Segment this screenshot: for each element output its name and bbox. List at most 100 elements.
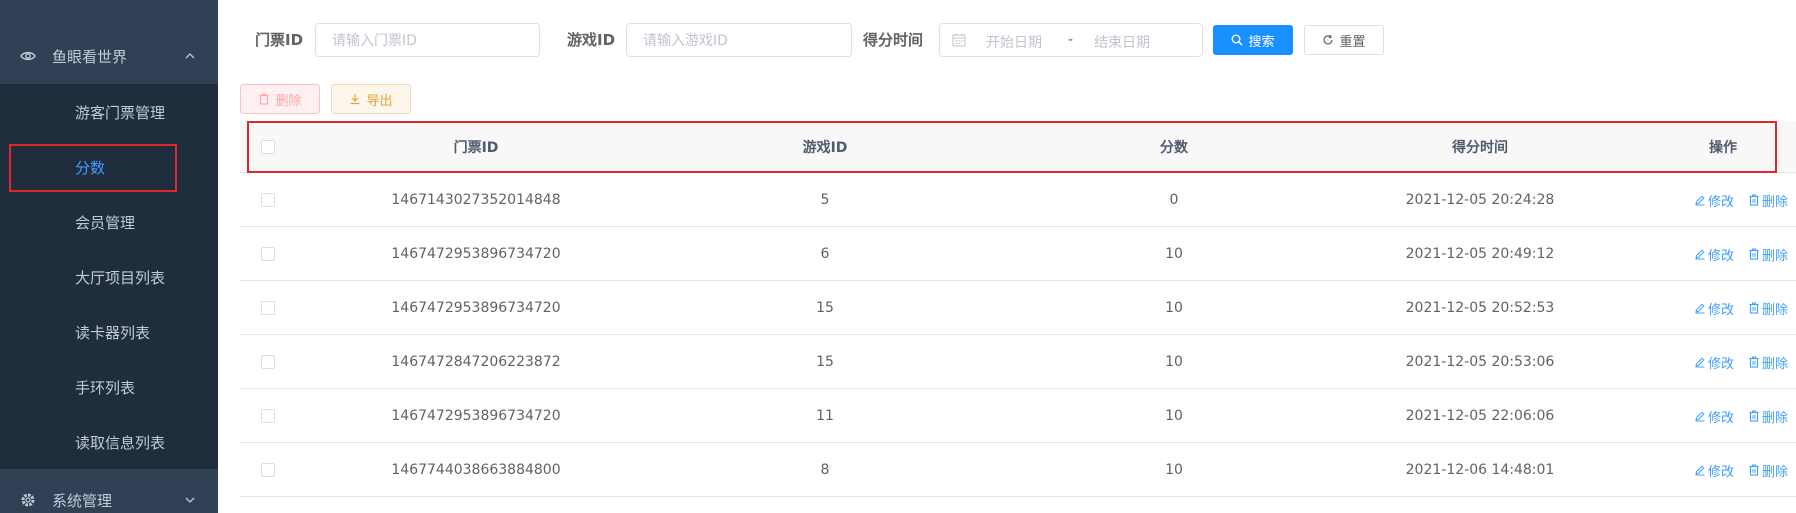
- sidebar-item-visitor-tickets[interactable]: 游客门票管理: [0, 85, 218, 140]
- column-header-score: 分数: [1160, 140, 1188, 156]
- delete-label: 删除: [1762, 194, 1789, 210]
- cell-game-id: 15: [816, 300, 834, 316]
- edit-icon: [1694, 356, 1706, 368]
- download-icon: [349, 93, 361, 105]
- sidebar-item-wristbands[interactable]: 手环列表: [0, 360, 218, 415]
- cell-ticket-id: 1467472953896734720: [391, 300, 561, 316]
- trash-icon: [1748, 194, 1760, 206]
- cell-score-time: 2021-12-06 14:48:01: [1405, 462, 1555, 478]
- sidebar: 鱼眼看世界 游客门票管理 分数 会员管理 大厅项目列表 读卡器列表 手环列表 读…: [0, 0, 218, 513]
- table-row: 1467472847206223872 15 10 2021-12-05 20:53:…: [240, 335, 1796, 389]
- gear-icon: [20, 492, 36, 508]
- start-date-input[interactable]: 开始日期: [986, 32, 1042, 52]
- row-delete-button[interactable]: 删除: [1748, 281, 1788, 335]
- ticket-id-input[interactable]: 请输入门票ID: [315, 23, 540, 57]
- edit-label: 修改: [1708, 248, 1735, 264]
- table-row: 1467744038663884800 8 10 2021-12-06 14:48:0…: [240, 443, 1796, 497]
- export-button[interactable]: 导出: [331, 84, 411, 114]
- chevron-up-icon: [184, 50, 196, 62]
- column-header-game-id: 游戏ID: [802, 140, 848, 156]
- edit-button[interactable]: 修改: [1694, 227, 1734, 281]
- edit-icon: [1694, 194, 1706, 206]
- sidebar-item-card-readers[interactable]: 读卡器列表: [0, 305, 218, 360]
- score-time-label: 得分时间: [863, 31, 924, 49]
- delete-label: 删除: [1762, 248, 1789, 264]
- date-range-picker[interactable]: 开始日期 - 结束日期: [939, 23, 1203, 57]
- menu-group-fisheye[interactable]: 鱼眼看世界: [0, 26, 218, 86]
- search-button-label: 搜索: [1248, 34, 1275, 50]
- edit-button[interactable]: 修改: [1694, 389, 1734, 443]
- end-date-input[interactable]: 结束日期: [1094, 32, 1150, 52]
- reset-button[interactable]: 重置: [1304, 25, 1384, 55]
- cell-score: 10: [1165, 408, 1183, 424]
- batch-delete-button[interactable]: 删除: [240, 84, 320, 114]
- row-delete-button[interactable]: 删除: [1748, 227, 1788, 281]
- sidebar-item-hall-projects[interactable]: 大厅项目列表: [0, 250, 218, 305]
- delete-label: 删除: [1762, 356, 1789, 372]
- sidebar-item-score[interactable]: 分数: [0, 140, 218, 195]
- edit-label: 修改: [1708, 194, 1735, 210]
- trash-icon: [1748, 248, 1760, 260]
- sidebar-item-label: 读取信息列表: [75, 434, 166, 452]
- column-header-actions: 操作: [1709, 140, 1737, 156]
- sidebar-item-label: 会员管理: [75, 214, 136, 232]
- calendar-icon: [952, 33, 966, 47]
- row-checkbox[interactable]: [261, 301, 275, 315]
- trash-icon: [1748, 356, 1760, 368]
- edit-button[interactable]: 修改: [1694, 173, 1734, 227]
- cell-game-id: 15: [816, 354, 834, 370]
- column-header-ticket-id: 门票ID: [453, 140, 499, 156]
- row-checkbox[interactable]: [261, 463, 275, 477]
- search-button[interactable]: 搜索: [1213, 25, 1293, 55]
- sidebar-item-members[interactable]: 会员管理: [0, 195, 218, 250]
- row-checkbox[interactable]: [261, 355, 275, 369]
- sidebar-item-label: 读卡器列表: [75, 324, 151, 342]
- cell-score-time: 2021-12-05 22:06:06: [1405, 408, 1555, 424]
- date-separator: -: [1068, 32, 1074, 48]
- refresh-icon: [1322, 34, 1334, 46]
- select-all-checkbox[interactable]: [261, 140, 275, 154]
- edit-label: 修改: [1708, 302, 1735, 318]
- trash-icon: [1748, 302, 1760, 314]
- cell-ticket-id: 1467143027352014848: [391, 192, 561, 208]
- cell-game-id: 6: [820, 246, 830, 262]
- delete-label: 删除: [1762, 410, 1789, 426]
- edit-icon: [1694, 410, 1706, 422]
- edit-button[interactable]: 修改: [1694, 281, 1734, 335]
- row-delete-button[interactable]: 删除: [1748, 389, 1788, 443]
- export-label: 导出: [366, 93, 393, 109]
- ticket-id-label: 门票ID: [255, 31, 304, 49]
- row-checkbox[interactable]: [261, 193, 275, 207]
- sidebar-item-label: 手环列表: [75, 379, 136, 397]
- cell-score-time: 2021-12-05 20:49:12: [1405, 246, 1555, 262]
- table-row: 1467143027352014848 5 0 2021-12-05 20:24:28…: [240, 173, 1796, 227]
- cell-score: 10: [1165, 462, 1183, 478]
- game-id-input[interactable]: 请输入游戏ID: [626, 23, 852, 57]
- sidebar-item-read-info[interactable]: 读取信息列表: [0, 415, 218, 470]
- row-checkbox[interactable]: [261, 247, 275, 261]
- menu-group-system[interactable]: 系统管理: [0, 470, 218, 513]
- row-delete-button[interactable]: 删除: [1748, 335, 1788, 389]
- cell-ticket-id: 1467472953896734720: [391, 408, 561, 424]
- row-delete-button[interactable]: 删除: [1748, 173, 1788, 227]
- edit-icon: [1694, 248, 1706, 260]
- table-header: 门票ID 游戏ID 分数 得分时间 操作: [240, 121, 1796, 173]
- chevron-down-icon: [184, 494, 196, 506]
- cell-ticket-id: 1467472847206223872: [391, 354, 561, 370]
- edit-icon: [1694, 464, 1706, 476]
- cell-game-id: 5: [820, 192, 830, 208]
- edit-label: 修改: [1708, 410, 1735, 426]
- row-checkbox[interactable]: [261, 409, 275, 423]
- row-delete-button[interactable]: 删除: [1748, 443, 1788, 497]
- menu-group-label: 鱼眼看世界: [52, 47, 128, 66]
- reset-button-label: 重置: [1339, 34, 1366, 50]
- menu-group-label: 系统管理: [52, 491, 113, 510]
- delete-label: 删除: [1762, 302, 1789, 318]
- edit-button[interactable]: 修改: [1694, 335, 1734, 389]
- delete-label: 删除: [1762, 464, 1789, 480]
- edit-label: 修改: [1708, 356, 1735, 372]
- sidebar-item-label: 大厅项目列表: [75, 269, 166, 287]
- cell-ticket-id: 1467744038663884800: [391, 462, 561, 478]
- edit-button[interactable]: 修改: [1694, 443, 1734, 497]
- game-id-label: 游戏ID: [567, 31, 616, 49]
